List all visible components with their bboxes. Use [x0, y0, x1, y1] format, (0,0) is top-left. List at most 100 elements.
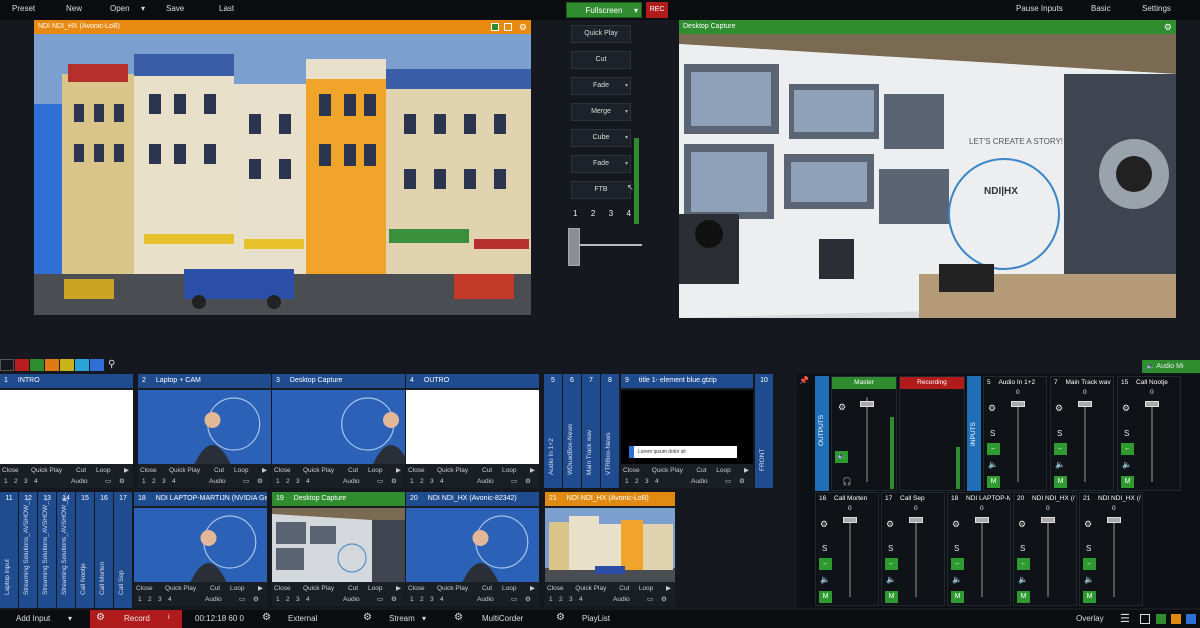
tile-19-close-button[interactable]: Close	[274, 584, 291, 594]
t-bar-handle[interactable]	[568, 228, 580, 266]
tile-1-overlay-2[interactable]: 2	[14, 477, 18, 487]
mute-button[interactable]: M	[885, 591, 898, 603]
tile-19-overlay-1[interactable]: 1	[276, 595, 280, 605]
color-tab-orange[interactable]	[45, 359, 59, 371]
record-button[interactable]: ⚙ Record i	[90, 610, 182, 628]
channel-speaker-icon[interactable]: 🔈	[988, 460, 998, 469]
audio-mixer-tab[interactable]: 🔈 Audio Mi	[1142, 360, 1200, 373]
solo-label[interactable]: S	[888, 544, 893, 553]
channel-gear-icon[interactable]: ⚙	[1122, 403, 1130, 414]
tile-19-gear-icon[interactable]: ⚙	[391, 595, 397, 605]
tile-9-overlay-1[interactable]: 1	[625, 477, 629, 487]
mute-button[interactable]: M	[1121, 476, 1134, 488]
tile-2-close-button[interactable]: Close	[140, 466, 157, 476]
tile-20-overlay-4[interactable]: 4	[440, 595, 444, 605]
stream-dropdown-icon[interactable]: ▾	[422, 614, 426, 623]
new-menu[interactable]: New	[66, 4, 82, 13]
tile-9-overlay-2[interactable]: 2	[635, 477, 639, 487]
tile-21-audio-button[interactable]: Audio	[613, 595, 630, 605]
tile-3-overlay-4[interactable]: 4	[306, 477, 310, 487]
tile-9-play-icon[interactable]: ▶	[744, 466, 749, 476]
input-tile-collapsed[interactable]: 17 Call Sep	[114, 492, 132, 608]
tile-1-overlay-4[interactable]: 4	[34, 477, 38, 487]
tile-19-play-icon[interactable]: ▶	[396, 584, 401, 594]
input-tile-collapsed[interactable]: 12 Streaming Solutions_AVSHOW_...	[19, 492, 37, 608]
channel-speaker-icon[interactable]: 🔈	[1084, 575, 1094, 584]
input-thumbnail[interactable]	[545, 508, 675, 582]
mute-button[interactable]: M	[1083, 591, 1096, 603]
tile-20-overlay-3[interactable]: 3	[430, 595, 434, 605]
open-dropdown-icon[interactable]: ▾	[141, 4, 145, 13]
multicorder-gear-icon[interactable]: ⚙	[454, 612, 463, 623]
color-tab-yellow[interactable]	[60, 359, 74, 371]
color-tab-green[interactable]	[30, 359, 44, 371]
tile-2-gear-icon[interactable]: ⚙	[257, 477, 263, 487]
solo-label[interactable]: S	[1124, 429, 1129, 438]
tile-2-play-icon[interactable]: ▶	[262, 466, 267, 476]
input-tile-collapsed[interactable]: 10 FRONT	[755, 374, 773, 488]
tile-2-overlay-3[interactable]: 3	[162, 477, 166, 487]
tile-4-quick-play-button[interactable]: Quick Play	[437, 466, 468, 476]
tile-9-overlay-3[interactable]: 3	[645, 477, 649, 487]
solo-label[interactable]: S	[1057, 429, 1062, 438]
channel-speaker-icon[interactable]: 🔈	[886, 575, 896, 584]
tile-20-overlay-1[interactable]: 1	[410, 595, 414, 605]
pause-inputs-button[interactable]: Pause Inputs	[1016, 4, 1063, 13]
merge-button[interactable]: Merge ▾	[571, 103, 631, 121]
tile-1-close-button[interactable]: Close	[2, 466, 19, 476]
tile-4-overlay-1[interactable]: 1	[410, 477, 414, 487]
tile-18-close-button[interactable]: Close	[136, 584, 153, 594]
tile-2-overlay-2[interactable]: 2	[152, 477, 156, 487]
solo-label[interactable]: S	[954, 544, 959, 553]
record-info-icon[interactable]: i	[168, 614, 170, 621]
input-thumbnail[interactable]	[138, 390, 271, 464]
cube-button[interactable]: Cube ▾	[571, 129, 631, 147]
channel-slider-knob[interactable]	[1145, 401, 1159, 407]
tile-20-monitor-icon[interactable]: ▭	[511, 595, 517, 605]
tile-21-overlay-2[interactable]: 2	[559, 595, 563, 605]
tile-20-audio-button[interactable]: Audio	[477, 595, 494, 605]
open-menu[interactable]: Open	[110, 4, 130, 13]
solo-label[interactable]: S	[1086, 544, 1091, 553]
tile-21-play-icon[interactable]: ▶	[666, 584, 671, 594]
tile-4-overlay-2[interactable]: 2	[420, 477, 424, 487]
tile-18-monitor-icon[interactable]: ▭	[239, 595, 245, 605]
input-tile[interactable]: 1 INTRO Close Quick Play Cut Loop ▶ 1 2 3 4 Audio ▭ ⚙	[0, 374, 133, 488]
mute-button[interactable]: M	[987, 476, 1000, 488]
input-tile-collapsed[interactable]: 14 Streaming Solutions_AVSHOW_p...	[57, 492, 75, 608]
channel-slider-knob[interactable]	[975, 517, 989, 523]
tile-21-overlay-3[interactable]: 3	[569, 595, 573, 605]
input-thumbnail[interactable]	[0, 390, 133, 464]
tile-18-gear-icon[interactable]: ⚙	[253, 595, 259, 605]
input-thumbnail[interactable]	[272, 390, 405, 464]
tile-9-cut-button[interactable]: Cut	[696, 466, 706, 476]
input-tile-collapsed[interactable]: 6 WDuadBox-News	[563, 374, 581, 488]
route-button[interactable]: ←	[951, 557, 964, 570]
preview-window-icon[interactable]	[504, 23, 512, 31]
channel-gear-icon[interactable]: ⚙	[1055, 403, 1063, 414]
tile-20-loop-button[interactable]: Loop	[502, 584, 516, 594]
tile-21-gear-icon[interactable]: ⚙	[661, 595, 667, 605]
tile-1-overlay-1[interactable]: 1	[4, 477, 8, 487]
tile-19-overlay-4[interactable]: 4	[306, 595, 310, 605]
input-tile[interactable]: 21 NDI NDI_HX (Avonic-LoB) Close Quick Play…	[545, 492, 675, 606]
tile-3-overlay-2[interactable]: 2	[286, 477, 290, 487]
cut-button[interactable]: Cut	[571, 51, 631, 69]
tile-18-loop-button[interactable]: Loop	[230, 584, 244, 594]
tile-21-overlay-4[interactable]: 4	[579, 595, 583, 605]
tile-3-gear-icon[interactable]: ⚙	[391, 477, 397, 487]
fade2-dropdown-icon[interactable]: ▾	[625, 156, 628, 172]
tile-2-cut-button[interactable]: Cut	[214, 466, 224, 476]
tile-3-loop-button[interactable]: Loop	[368, 466, 382, 476]
input-thumbnail[interactable]	[272, 508, 405, 582]
playlist-button[interactable]: PlayList	[582, 614, 610, 623]
basic-button[interactable]: Basic	[1091, 4, 1111, 13]
tile-9-overlay-4[interactable]: 4	[655, 477, 659, 487]
channel-slider-knob[interactable]	[1107, 517, 1121, 523]
cube-dropdown-icon[interactable]: ▾	[625, 130, 628, 146]
tile-18-play-icon[interactable]: ▶	[258, 584, 263, 594]
input-tile-collapsed[interactable]: 15 Call Nootje	[76, 492, 94, 608]
tile-21-cut-button[interactable]: Cut	[619, 584, 629, 594]
external-button[interactable]: External	[288, 614, 317, 623]
input-tile[interactable]: 9 title 1- element blue.gtzip Lorem ipsum …	[621, 374, 753, 488]
